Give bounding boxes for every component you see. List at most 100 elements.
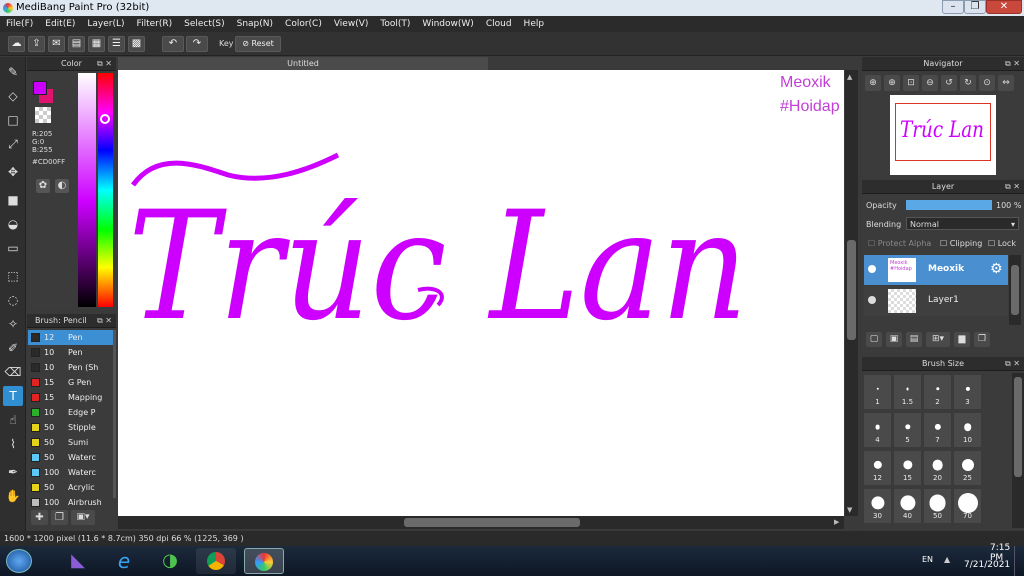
copy-brush-icon[interactable]: ❐ [51,510,68,525]
fit-icon[interactable]: ⊡ [903,75,919,91]
eraser-tool-icon[interactable]: ◇ [3,86,23,106]
brush-item[interactable]: 50 Acrylic [28,480,113,495]
cloud-icon[interactable]: ☁ [8,36,25,52]
folder-icon[interactable]: ▆ [954,332,970,347]
menu-filter[interactable]: Filter(R) [131,19,179,29]
navigator-thumbnail[interactable]: Trúc Lan [890,95,996,175]
chrome-icon[interactable] [196,548,236,574]
menu-window[interactable]: Window(W) [416,19,479,29]
brush-size-option[interactable]: 7 [923,412,952,448]
gear-icon[interactable]: ⚙ [990,261,1003,277]
visual-studio-icon[interactable]: ◣ [58,548,98,574]
add-brush-icon[interactable]: ✚ [31,510,48,525]
hand-tool-icon[interactable]: ✋ [3,486,23,506]
select-eraser-tool-icon[interactable]: ⌫ [3,362,23,382]
eyedropper-tool-icon[interactable]: ⌇ [3,434,23,454]
share-icon[interactable]: ⇪ [28,36,45,52]
hue-bar[interactable] [98,73,113,307]
bucket-tool-icon[interactable]: ◒ [3,214,23,234]
select-pen-tool-icon[interactable]: ✐ [3,338,23,358]
vertical-scroll-thumb[interactable] [847,240,856,340]
brush-size-scrollbar[interactable] [1012,373,1024,528]
brush-item[interactable]: 10 Pen (Sh [28,360,113,375]
chat-icon[interactable]: ▤ [68,36,85,52]
menu-color[interactable]: Color(C) [279,19,328,29]
comment-icon[interactable]: ✉ [48,36,65,52]
saturation-bar[interactable] [78,73,96,307]
layer-scroll-thumb[interactable] [1011,265,1019,315]
reset-rotation-icon[interactable]: ⊙ [979,75,995,91]
close-button[interactable]: ✕ [986,0,1022,14]
document-icon[interactable]: ▦ [88,36,105,52]
pen-tool-icon[interactable]: ✒ [3,462,23,482]
gradient-tool-icon[interactable]: ▭ [3,238,23,258]
menu-layer[interactable]: Layer(L) [81,19,130,29]
maximize-button[interactable]: ❐ [964,0,986,14]
reset-button[interactable]: ⊘ Reset [235,36,281,52]
brush-size-option[interactable]: 1.5 [893,374,922,410]
horizontal-scroll-thumb[interactable] [404,518,580,527]
brush-item[interactable]: 100 Airbrush [28,495,113,510]
fill-rect-tool-icon[interactable]: ■ [3,190,23,210]
flip-icon[interactable]: ⇔ [998,75,1014,91]
transparent-color-swatch[interactable] [35,107,51,123]
brush-size-option[interactable]: 20 [923,450,952,486]
brush-size-option[interactable]: 70 [953,488,982,524]
brush-size-option[interactable]: 2 [923,374,952,410]
brush-menu-icon[interactable]: ▣▾ [71,510,95,525]
visibility-icon[interactable] [868,265,876,273]
new-8bit-layer-icon[interactable]: ▤ [906,332,922,347]
language-indicator[interactable]: EN [922,555,933,564]
menu-edit[interactable]: Edit(E) [39,19,81,29]
brush-item[interactable]: 10 Edge P [28,405,113,420]
brush-size-option[interactable]: 25 [953,450,982,486]
panel-close-icon[interactable]: ⧉ ✕ [97,57,112,71]
layer-scrollbar[interactable] [1009,255,1021,325]
grid-icon[interactable]: ▩ [128,36,145,52]
minimize-button[interactable]: – [942,0,964,14]
foreground-color-swatch[interactable] [33,81,47,95]
brush-item[interactable]: 10 Pen [28,345,113,360]
brush-item[interactable]: 50 Waterc [28,450,113,465]
start-button[interactable] [6,549,32,573]
operation-tool-icon[interactable]: ☝ [3,410,23,430]
visibility-icon[interactable] [868,296,876,304]
redo-button[interactable]: ↷ [186,36,208,52]
zoom-in-icon[interactable]: ⊕ [884,75,900,91]
brush-item[interactable]: 12 Pen [28,330,113,345]
brush-size-option[interactable]: 10 [953,412,982,448]
brush-size-option[interactable]: 3 [953,374,982,410]
brush-size-scroll-thumb[interactable] [1014,377,1022,477]
new-layer-icon[interactable]: ▢ [866,332,882,347]
move-tool-icon[interactable]: ✥ [3,162,23,182]
panel-close-icon[interactable]: ⧉ ✕ [1005,57,1020,71]
text-tool-icon[interactable]: T [3,386,23,406]
blur-tool-icon[interactable]: ⤢ [3,134,23,154]
brush-size-option[interactable]: 12 [863,450,892,486]
medibang-taskbar-icon[interactable] [244,548,284,574]
brush-item[interactable]: 15 G Pen [28,375,113,390]
canvas[interactable]: Trúc Lan Meoxik #Hoidap [118,70,844,516]
brush-item[interactable]: 15 Mapping [28,390,113,405]
protect-alpha-checkbox[interactable]: ☐ Protect Alpha [868,239,931,248]
menu-cloud[interactable]: Cloud [480,19,518,29]
select-rect-tool-icon[interactable]: ⬚ [3,266,23,286]
brush-item[interactable]: 100 Waterc [28,465,113,480]
panel-close-icon[interactable]: ⧉ ✕ [1005,180,1020,194]
canvas-tab[interactable]: Untitled [118,57,488,70]
opacity-slider[interactable] [906,200,992,210]
zoom-in-icon[interactable]: ⊕ [865,75,881,91]
duplicate-layer-icon[interactable]: ❐ [974,332,990,347]
dot-tool-icon[interactable]: □ [3,110,23,130]
lasso-tool-icon[interactable]: ◌ [3,290,23,310]
menu-tool[interactable]: Tool(T) [374,19,416,29]
brush-size-option[interactable]: 4 [863,412,892,448]
brush-size-option[interactable]: 40 [893,488,922,524]
scroll-up-icon[interactable]: ▲ [847,73,852,81]
brush-item[interactable]: 50 Sumi [28,435,113,450]
palette-icon[interactable]: ✿ [36,179,50,193]
new-halftone-layer-icon[interactable]: ▣ [886,332,902,347]
undo-button[interactable]: ↶ [162,36,184,52]
brush-item[interactable]: 50 Stipple [28,420,113,435]
brush-size-option[interactable]: 5 [893,412,922,448]
